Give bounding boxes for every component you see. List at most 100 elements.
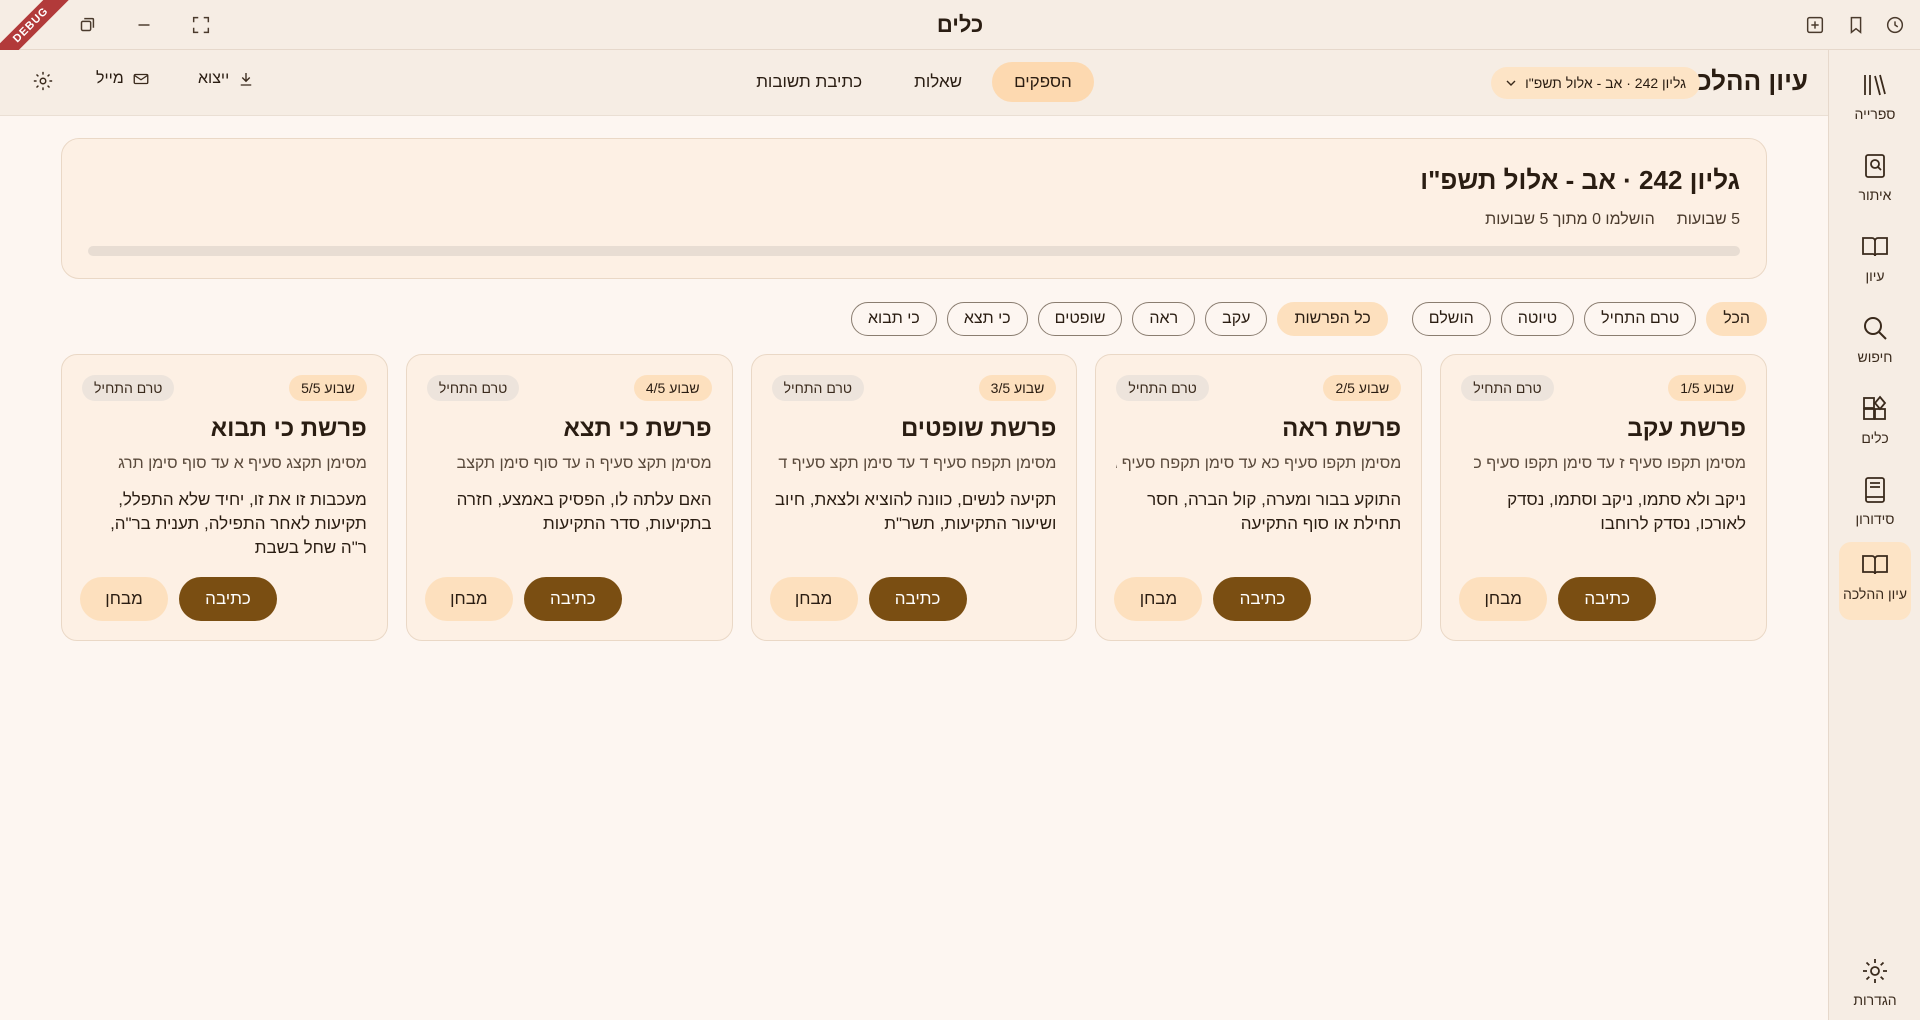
- sidebar-item-label: כלים: [1861, 430, 1889, 446]
- week-badge: שבוע 3/5: [978, 375, 1057, 401]
- sidebar-item-library[interactable]: ספרייה: [1839, 62, 1911, 134]
- week-cards: שבוע 1/5 טרם התחיל פרשת עקב מסימן תקפו ס…: [61, 354, 1767, 641]
- card-title: פרשת עקב: [1627, 415, 1746, 442]
- search-icon: [1860, 313, 1890, 343]
- weeks-count: 5 שבועות: [1676, 211, 1740, 228]
- export-label: ייצוא: [198, 70, 230, 87]
- issue-title: גליון 242 · אב - אלול תשפ"ו: [1420, 165, 1740, 195]
- sidebar-item-study[interactable]: עיון: [1839, 224, 1911, 296]
- status-badge: טרם התחיל: [82, 375, 175, 401]
- sidebar-item-label: סידורון: [1855, 511, 1895, 527]
- status-badge: טרם התחיל: [1461, 375, 1554, 401]
- toolbar-settings-button[interactable]: [32, 70, 54, 92]
- bookmark-icon[interactable]: [1845, 14, 1867, 36]
- open-book-icon: [1860, 550, 1890, 580]
- week-badge: שבוע 1/5: [1668, 375, 1746, 401]
- write-button[interactable]: כתיבה: [1558, 577, 1657, 621]
- sidebar-item-locate[interactable]: איתור: [1839, 143, 1911, 215]
- week-badge: שבוע 2/5: [1323, 375, 1402, 401]
- sidebar-item-label: הגדרות: [1853, 992, 1897, 1008]
- card-title: פרשת ראה: [1282, 415, 1402, 442]
- add-tab-icon[interactable]: [1804, 14, 1826, 36]
- sidebar-item-label: עיון ההלכה: [1842, 586, 1908, 602]
- filter-parasha-all[interactable]: כל הפרשות: [1277, 302, 1388, 336]
- write-button[interactable]: כתיבה: [523, 577, 622, 621]
- write-button[interactable]: כתיבה: [1213, 577, 1312, 621]
- sidebar-item-label: ספרייה: [1854, 106, 1896, 122]
- filter-parasha-shoftim[interactable]: שופטים: [1037, 302, 1123, 336]
- prayer-book-icon: [1860, 475, 1890, 505]
- card-title: פרשת שופטים: [900, 415, 1057, 442]
- completed-count: הושלמו 0 מתוך 5 שבועות: [1485, 211, 1655, 228]
- card-range: מסימן תקפו סעיף כא עד סימן תקפח סעיף ג: [1116, 455, 1402, 472]
- locate-book-icon: [1860, 151, 1890, 181]
- card-range: מסימן תקפח סעיף ד עד סימן תקצ סעיף ד: [778, 455, 1057, 472]
- tools-grid-icon: [1860, 394, 1890, 424]
- filter-status-all[interactable]: הכל: [1706, 302, 1767, 336]
- week-card: שבוע 4/5 טרם התחיל פרשת כי תצא מסימן תקצ…: [405, 354, 733, 641]
- week-card: שבוע 3/5 טרם התחיל פרשת שופטים מסימן תקפ…: [750, 354, 1078, 641]
- sidebar-item-settings[interactable]: הגדרות: [1839, 948, 1911, 1020]
- tab-supplies[interactable]: הספקים: [992, 62, 1094, 102]
- sidebar-item-label: איתור: [1858, 187, 1892, 203]
- test-button[interactable]: מבחן: [1114, 577, 1203, 621]
- sidebar-item-label: חיפוש: [1857, 349, 1893, 365]
- card-description: התוקע בבור ומערה, קול הברה, חסר תחילת או…: [1147, 490, 1402, 533]
- week-card: שבוע 5/5 טרם התחיל פרשת כי תבוא מסימן תק…: [61, 354, 388, 641]
- filter-parasha-reeh[interactable]: ראה: [1132, 302, 1196, 336]
- card-description: מעכבות זו את זו, יחיד שלא התפלל, תקיעות …: [110, 490, 367, 557]
- sidebar-item-halacha-study[interactable]: עיון ההלכה: [1839, 542, 1911, 620]
- card-description: ניקב ולא סתמו, ניקב וסתמו, נסדק לאורכו, …: [1507, 490, 1746, 533]
- export-button[interactable]: ייצוא: [198, 70, 255, 88]
- sidebar-item-label: עיון: [1865, 268, 1885, 284]
- progress-bar: [88, 246, 1740, 256]
- sidebar-item-search[interactable]: חיפוש: [1839, 305, 1911, 377]
- tabs: הספקים שאלות כתיבת תשובות: [0, 62, 1828, 102]
- sidebar-item-siddur[interactable]: סידורון: [1839, 467, 1911, 539]
- toolbar: עיון ההלכה גליון 242 · אב - אלול תשפ"ו ה…: [0, 50, 1828, 116]
- test-button[interactable]: מבחן: [424, 577, 513, 621]
- card-title: פרשת כי תבוא: [210, 415, 367, 442]
- mail-button[interactable]: מייל: [96, 70, 150, 88]
- week-card: שבוע 1/5 טרם התחיל פרשת עקב מסימן תקפו ס…: [1440, 354, 1767, 641]
- test-button[interactable]: מבחן: [769, 577, 858, 621]
- test-button[interactable]: מבחן: [1459, 577, 1548, 621]
- filter-status-not-started[interactable]: טרם התחיל: [1584, 302, 1697, 336]
- history-icon[interactable]: [1884, 14, 1906, 36]
- filter-parasha-ki-tetze[interactable]: כי תצא: [946, 302, 1028, 336]
- filters: הכל טרם התחיל טיוטה הושלם כל הפרשות עקב …: [851, 302, 1767, 336]
- tab-questions[interactable]: שאלות: [892, 62, 984, 102]
- open-book-icon: [1860, 232, 1890, 262]
- write-button[interactable]: כתיבה: [179, 577, 278, 621]
- status-badge: טרם התחיל: [771, 375, 865, 401]
- card-description: האם עלתה לו, הפסיק באמצע, חזרה בתקיעות, …: [456, 490, 712, 533]
- sidebar-item-tools[interactable]: כלים: [1839, 386, 1911, 458]
- mail-label: מייל: [96, 70, 124, 87]
- issue-summary: גליון 242 · אב - אלול תשפ"ו 5 שבועות הוש…: [61, 138, 1767, 279]
- card-range: מסימן תקפו סעיף ז עד סימן תקפו סעיף כ: [1473, 455, 1746, 472]
- issue-meta: 5 שבועות הושלמו 0 מתוך 5 שבועות: [1485, 211, 1740, 229]
- title-bar: DEBUG כלים: [0, 0, 1920, 71]
- filter-status-draft[interactable]: טיוטה: [1500, 302, 1575, 336]
- filter-status-done[interactable]: הושלם: [1411, 302, 1491, 336]
- week-card: שבוע 2/5 טרם התחיל פרשת ראה מסימן תקפו ס…: [1095, 354, 1423, 641]
- card-range: מסימן תקצג סעיף א עד סוף סימן תרג: [118, 455, 367, 472]
- filter-parasha-ki-tavo[interactable]: כי תבוא: [851, 302, 937, 336]
- tab-write-answers[interactable]: כתיבת תשובות: [734, 62, 884, 102]
- write-button[interactable]: כתיבה: [868, 577, 967, 621]
- status-badge: טרם התחיל: [1116, 375, 1209, 401]
- filter-parasha-ekev[interactable]: עקב: [1205, 302, 1268, 336]
- sidebar: ספרייה איתור עיון חיפוש כלים סידורון עיו…: [1828, 50, 1920, 1020]
- week-badge: שבוע 5/5: [289, 375, 367, 401]
- mail-icon: [133, 73, 149, 85]
- status-badge: טרם התחיל: [426, 375, 520, 401]
- download-icon: [240, 73, 252, 86]
- card-range: מסימן תקצ סעיף ה עד סוף סימן תקצב: [456, 455, 712, 472]
- gear-icon: [33, 71, 53, 91]
- week-badge: שבוע 4/5: [633, 375, 712, 401]
- test-button[interactable]: מבחן: [80, 577, 169, 621]
- library-icon: [1860, 70, 1890, 100]
- card-description: תקיעה לנשים, כוונה להוציא ולצאת, חיוב וש…: [774, 490, 1057, 533]
- gear-icon: [1860, 956, 1890, 986]
- card-title: פרשת כי תצא: [563, 415, 712, 442]
